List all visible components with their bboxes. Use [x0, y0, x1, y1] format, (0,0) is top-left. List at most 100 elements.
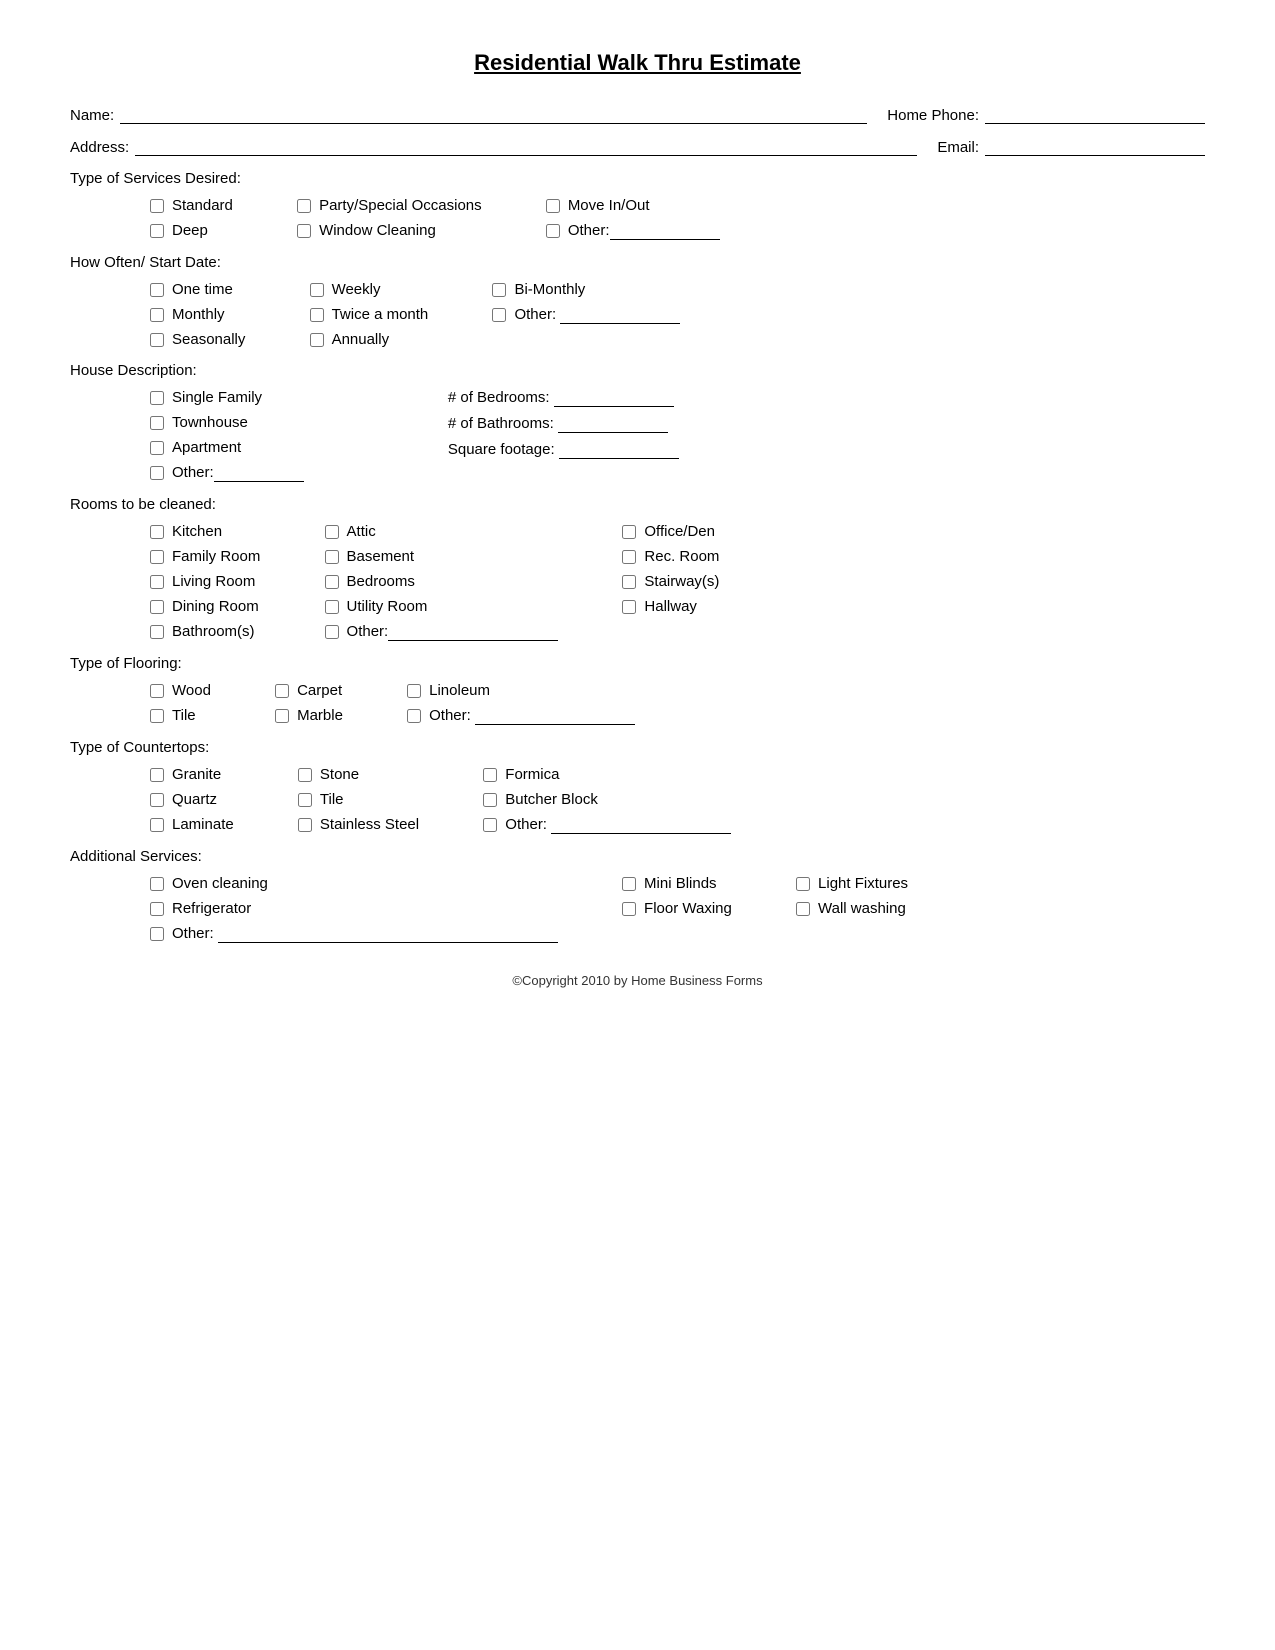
checkbox-townhouse-input[interactable] [150, 416, 164, 430]
flooring-checkboxes: Wood Tile Carpet Marble Linoleum Other: [150, 682, 1205, 725]
checkbox-deep-input[interactable] [150, 224, 164, 238]
checkbox-basement: Basement [325, 548, 559, 565]
checkbox-stone-input[interactable] [298, 768, 312, 782]
checkbox-tile-counter-input[interactable] [298, 793, 312, 807]
checkbox-butcherblock-input[interactable] [483, 793, 497, 807]
checkbox-recroom-input[interactable] [622, 550, 636, 564]
checkbox-ovencleaning-input[interactable] [150, 877, 164, 891]
checkbox-carpet-input[interactable] [275, 684, 289, 698]
checkbox-stainlesssteel-input[interactable] [298, 818, 312, 832]
checkbox-window-input[interactable] [297, 224, 311, 238]
checkbox-monthly-input[interactable] [150, 308, 164, 322]
checkbox-flooring-other-input[interactable] [407, 709, 421, 723]
checkbox-quartz-input[interactable] [150, 793, 164, 807]
checkbox-bedrooms-input[interactable] [325, 575, 339, 589]
checkbox-diningroom-input[interactable] [150, 600, 164, 614]
checkbox-services-other: Other: [546, 222, 720, 240]
checkbox-bimonthly-label: Bi-Monthly [514, 281, 585, 298]
flooring-col3: Linoleum Other: [407, 682, 635, 725]
checkbox-diningroom: Dining Room [150, 598, 260, 615]
checkbox-granite: Granite [150, 766, 234, 783]
checkbox-additional-other: Other: [150, 925, 558, 943]
checkbox-singlefamily: Single Family [150, 389, 304, 406]
checkbox-annually-input[interactable] [310, 333, 324, 347]
checkbox-floorwaxing-input[interactable] [622, 902, 636, 916]
checkbox-carpet-label: Carpet [297, 682, 342, 699]
howoften-col2: Weekly Twice a month Annually [310, 281, 429, 348]
checkbox-laminate-input[interactable] [150, 818, 164, 832]
checkbox-bathrooms-label: Bathroom(s) [172, 623, 255, 640]
checkbox-party-input[interactable] [297, 199, 311, 213]
countertops-col2: Stone Tile Stainless Steel [298, 766, 419, 833]
name-input[interactable] [120, 106, 867, 124]
checkbox-flooring-other-label: Other: [429, 707, 635, 725]
checkbox-stainlesssteel: Stainless Steel [298, 816, 419, 833]
checkbox-refrigerator-input[interactable] [150, 902, 164, 916]
checkbox-butcherblock-label: Butcher Block [505, 791, 598, 808]
bathrooms-field: # of Bathrooms: [448, 415, 679, 433]
checkbox-officeden-input[interactable] [622, 525, 636, 539]
checkbox-standard-input[interactable] [150, 199, 164, 213]
checkbox-tile-label: Tile [172, 707, 196, 724]
checkbox-utilityroom-input[interactable] [325, 600, 339, 614]
checkbox-basement-label: Basement [347, 548, 415, 565]
checkbox-linoleum-input[interactable] [407, 684, 421, 698]
checkbox-monthly: Monthly [150, 306, 245, 323]
checkbox-lightfixtures-input[interactable] [796, 877, 810, 891]
checkbox-weekly-label: Weekly [332, 281, 381, 298]
checkbox-linoleum-label: Linoleum [429, 682, 490, 699]
checkbox-tile-input[interactable] [150, 709, 164, 723]
checkbox-wallwashing-input[interactable] [796, 902, 810, 916]
checkbox-hallway-input[interactable] [622, 600, 636, 614]
checkbox-familyroom-input[interactable] [150, 550, 164, 564]
checkbox-weekly-input[interactable] [310, 283, 324, 297]
checkbox-kitchen-label: Kitchen [172, 523, 222, 540]
additional-col3: Light Fixtures Wall washing [796, 875, 908, 917]
checkbox-lightfixtures: Light Fixtures [796, 875, 908, 892]
checkbox-twiceamonth-input[interactable] [310, 308, 324, 322]
checkbox-services-other-input[interactable] [546, 224, 560, 238]
checkbox-bimonthly-input[interactable] [492, 283, 506, 297]
checkbox-formica-input[interactable] [483, 768, 497, 782]
checkbox-bedrooms-label: Bedrooms [347, 573, 415, 590]
address-input[interactable] [135, 138, 917, 156]
additional-section-label: Additional Services: [70, 848, 1205, 865]
checkbox-apartment-input[interactable] [150, 441, 164, 455]
checkbox-granite-input[interactable] [150, 768, 164, 782]
checkbox-refrigerator: Refrigerator [150, 900, 558, 917]
checkbox-stone-label: Stone [320, 766, 359, 783]
checkbox-utilityroom: Utility Room [325, 598, 559, 615]
checkbox-recroom: Rec. Room [622, 548, 719, 565]
email-input[interactable] [985, 138, 1205, 156]
checkbox-bathrooms-input[interactable] [150, 625, 164, 639]
checkbox-lightfixtures-label: Light Fixtures [818, 875, 908, 892]
checkbox-attic-input[interactable] [325, 525, 339, 539]
checkbox-stairways-input[interactable] [622, 575, 636, 589]
checkbox-wood-input[interactable] [150, 684, 164, 698]
checkbox-howoften-other-input[interactable] [492, 308, 506, 322]
checkbox-miniblinds-input[interactable] [622, 877, 636, 891]
checkbox-seasonally-input[interactable] [150, 333, 164, 347]
checkbox-laminate-label: Laminate [172, 816, 234, 833]
checkbox-annually-label: Annually [332, 331, 390, 348]
checkbox-onetime-input[interactable] [150, 283, 164, 297]
checkbox-marble-input[interactable] [275, 709, 289, 723]
checkbox-weekly: Weekly [310, 281, 429, 298]
homephone-input[interactable] [985, 106, 1205, 124]
checkbox-kitchen: Kitchen [150, 523, 260, 540]
checkbox-singlefamily-input[interactable] [150, 391, 164, 405]
checkbox-basement-input[interactable] [325, 550, 339, 564]
checkbox-laminate: Laminate [150, 816, 234, 833]
checkbox-countertops-other-input[interactable] [483, 818, 497, 832]
checkbox-housedesc-other-input[interactable] [150, 466, 164, 480]
checkbox-moveinout-input[interactable] [546, 199, 560, 213]
checkbox-stainlesssteel-label: Stainless Steel [320, 816, 419, 833]
checkbox-rooms-other-input[interactable] [325, 625, 339, 639]
checkbox-kitchen-input[interactable] [150, 525, 164, 539]
checkbox-additional-other-input[interactable] [150, 927, 164, 941]
checkbox-livingroom-input[interactable] [150, 575, 164, 589]
checkbox-party: Party/Special Occasions [297, 197, 482, 214]
address-emailrow: Address: Email: [70, 138, 1205, 156]
howoften-section-label: How Often/ Start Date: [70, 254, 1205, 271]
checkbox-seasonally-label: Seasonally [172, 331, 245, 348]
